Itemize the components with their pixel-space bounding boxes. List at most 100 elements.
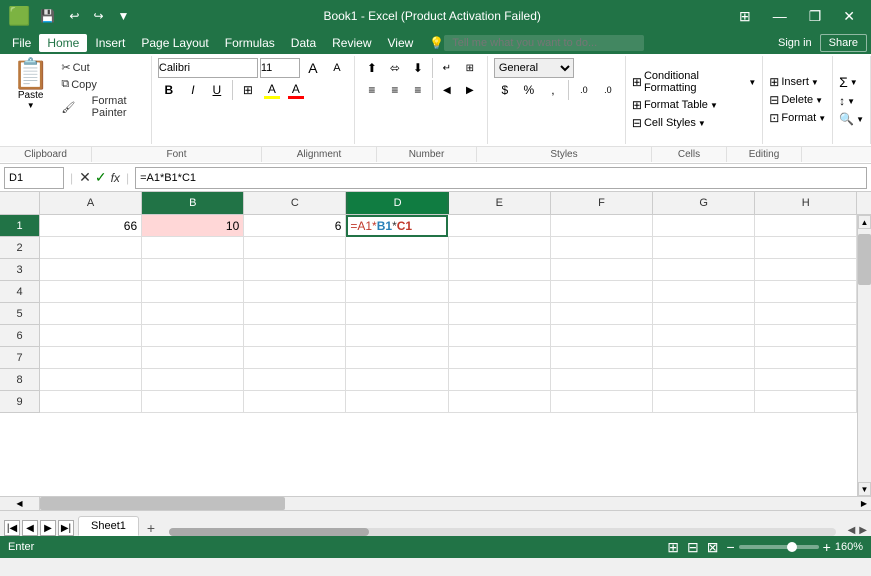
- zoom-in-button[interactable]: +: [823, 539, 831, 555]
- cell-e1[interactable]: [448, 215, 550, 237]
- zoom-out-button[interactable]: −: [726, 539, 734, 555]
- scroll-track-vertical[interactable]: [858, 229, 871, 482]
- scroll-thumb-horizontal[interactable]: [40, 497, 285, 510]
- font-name-input[interactable]: [158, 58, 258, 78]
- border-button[interactable]: ⊞: [237, 80, 259, 100]
- cell-g7[interactable]: [653, 347, 755, 369]
- cell-c7[interactable]: [244, 347, 346, 369]
- delete-cells-button[interactable]: ⊟ Delete ▼: [769, 93, 826, 107]
- cell-g8[interactable]: [653, 369, 755, 391]
- cell-b2[interactable]: [142, 237, 244, 259]
- cell-f5[interactable]: [551, 303, 653, 325]
- scroll-track-horizontal[interactable]: [40, 497, 857, 510]
- row-header-8[interactable]: 8: [0, 369, 40, 391]
- insert-function-button[interactable]: fx: [111, 171, 120, 185]
- cell-d7[interactable]: [346, 347, 448, 369]
- restore-button[interactable]: ❐: [801, 4, 830, 29]
- cut-button[interactable]: ✂ Cut: [57, 60, 145, 75]
- share-button[interactable]: Share: [820, 34, 867, 52]
- zoom-track[interactable]: [739, 545, 819, 549]
- cell-f7[interactable]: [551, 347, 653, 369]
- merge-center-button[interactable]: ⊞: [459, 58, 481, 78]
- scroll-down-button[interactable]: ▼: [858, 482, 871, 496]
- align-left-button[interactable]: ≡: [361, 80, 383, 100]
- row-header-2[interactable]: 2: [0, 237, 40, 259]
- cell-f3[interactable]: [551, 259, 653, 281]
- cell-h9[interactable]: [755, 391, 857, 413]
- cell-e3[interactable]: [449, 259, 551, 281]
- cell-b5[interactable]: [142, 303, 244, 325]
- bold-button[interactable]: B: [158, 80, 180, 100]
- italic-button[interactable]: I: [182, 80, 204, 100]
- autosum-button[interactable]: Σ ▼: [839, 74, 864, 90]
- cell-b4[interactable]: [142, 281, 244, 303]
- format-painter-button[interactable]: 🖌 Format Painter: [57, 94, 145, 120]
- cell-e4[interactable]: [449, 281, 551, 303]
- percent-button[interactable]: %: [518, 80, 540, 100]
- scroll-left-button[interactable]: ◀: [0, 497, 40, 510]
- cell-b8[interactable]: [142, 369, 244, 391]
- sort-filter-button[interactable]: ↕ ▼: [839, 94, 864, 108]
- close-button[interactable]: ✕: [835, 4, 863, 29]
- cell-h2[interactable]: [755, 237, 857, 259]
- cell-h1[interactable]: [755, 215, 857, 237]
- cell-f8[interactable]: [551, 369, 653, 391]
- cell-e5[interactable]: [449, 303, 551, 325]
- cell-g3[interactable]: [653, 259, 755, 281]
- format-table-button[interactable]: ⊞ Format Table ▼: [632, 98, 756, 112]
- row-header-7[interactable]: 7: [0, 347, 40, 369]
- copy-button[interactable]: ⧉ Copy: [57, 77, 145, 92]
- cell-d9[interactable]: [346, 391, 448, 413]
- align-center-button[interactable]: ≡: [384, 80, 406, 100]
- align-top-button[interactable]: ⬆: [361, 58, 383, 78]
- cell-b7[interactable]: [142, 347, 244, 369]
- format-cells-button[interactable]: ⊡ Format ▼: [769, 111, 826, 125]
- sign-in-link[interactable]: Sign in: [778, 37, 812, 49]
- cell-a6[interactable]: [40, 325, 142, 347]
- col-header-d[interactable]: D: [346, 192, 448, 214]
- align-middle-button[interactable]: ⬄: [384, 58, 406, 78]
- align-bottom-button[interactable]: ⬇: [407, 58, 429, 78]
- cell-c2[interactable]: [244, 237, 346, 259]
- cell-d8[interactable]: [346, 369, 448, 391]
- tab-scroll-track[interactable]: [169, 528, 836, 536]
- cell-c3[interactable]: [244, 259, 346, 281]
- cell-c5[interactable]: [244, 303, 346, 325]
- qat-customize-button[interactable]: ▼: [114, 7, 134, 25]
- cell-a3[interactable]: [40, 259, 142, 281]
- cell-c6[interactable]: [244, 325, 346, 347]
- cell-g4[interactable]: [653, 281, 755, 303]
- cell-a7[interactable]: [40, 347, 142, 369]
- cell-c1[interactable]: 6: [244, 215, 346, 237]
- menu-page-layout[interactable]: Page Layout: [133, 34, 216, 52]
- menu-file[interactable]: File: [4, 34, 39, 52]
- tab-scroll-right[interactable]: ▶: [859, 525, 867, 536]
- cell-reference-input[interactable]: [4, 167, 64, 189]
- confirm-formula-button[interactable]: ✓: [95, 169, 107, 186]
- cell-f2[interactable]: [551, 237, 653, 259]
- dollar-button[interactable]: $: [494, 80, 516, 100]
- font-size-input[interactable]: [260, 58, 300, 78]
- cell-e8[interactable]: [449, 369, 551, 391]
- paste-button[interactable]: 📋 Paste ▼: [6, 58, 55, 112]
- cell-a2[interactable]: [40, 237, 142, 259]
- sheet-next-button[interactable]: ▶: [40, 520, 56, 536]
- cell-g6[interactable]: [653, 325, 755, 347]
- cell-h3[interactable]: [755, 259, 857, 281]
- find-select-button[interactable]: 🔍 ▼: [839, 112, 864, 126]
- cell-f9[interactable]: [551, 391, 653, 413]
- increase-indent-button[interactable]: ▶: [459, 80, 481, 100]
- cell-e2[interactable]: [449, 237, 551, 259]
- menu-home[interactable]: Home: [39, 34, 87, 52]
- scroll-thumb-vertical[interactable]: [858, 234, 871, 285]
- undo-button[interactable]: ↩: [65, 7, 83, 25]
- cancel-formula-button[interactable]: ✕: [79, 169, 91, 186]
- increase-font-button[interactable]: A: [302, 58, 324, 78]
- decrease-indent-button[interactable]: ◀: [436, 80, 458, 100]
- search-input[interactable]: [444, 35, 644, 51]
- menu-formulas[interactable]: Formulas: [217, 34, 283, 52]
- sheet-first-button[interactable]: |◀: [4, 520, 20, 536]
- conditional-formatting-button[interactable]: ⊞ Conditional Formatting ▼: [632, 70, 756, 94]
- cell-a5[interactable]: [40, 303, 142, 325]
- underline-button[interactable]: U: [206, 80, 228, 100]
